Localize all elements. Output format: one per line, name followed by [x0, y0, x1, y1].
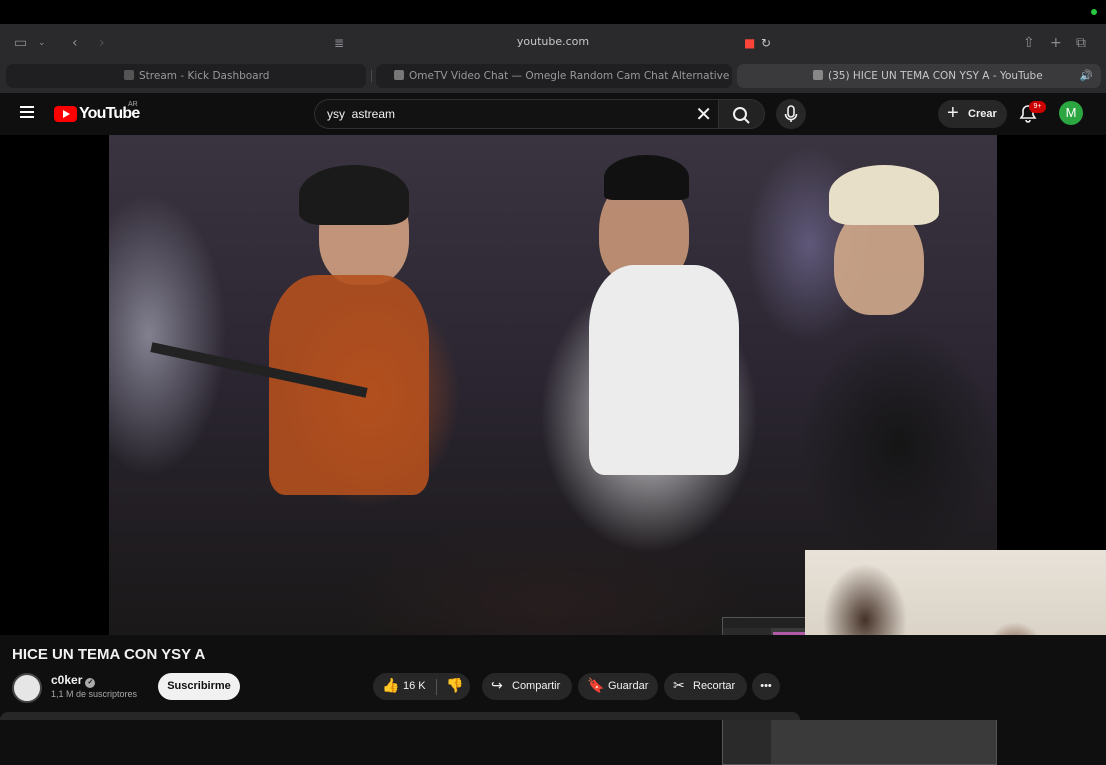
share-icon[interactable]: ⇧	[1023, 34, 1035, 52]
browser-chrome: ▭ ⌄ ‹ › ≣ youtube.com ■ ↻ ⇧ + ⧉ Stream -…	[0, 24, 1106, 93]
tab-kick[interactable]: Stream - Kick Dashboard	[6, 64, 366, 88]
verified-icon: ✓	[85, 678, 96, 688]
ometv-icon	[394, 70, 404, 80]
search-icon	[733, 107, 750, 124]
speaker-icon[interactable]: 🔊	[1080, 64, 1093, 88]
browser-toolbar: ▭ ⌄ ‹ › ≣ youtube.com ■ ↻ ⇧ + ⧉	[0, 24, 1106, 62]
save-button[interactable]: 🔖 Guardar	[578, 673, 658, 700]
account-avatar[interactable]: M	[1059, 101, 1083, 125]
kick-icon	[124, 70, 134, 80]
youtube-header: YouTube AR ysy astream ✕ + Crear 9+ M	[0, 93, 1106, 135]
clip-label: Recortar	[693, 680, 736, 692]
video-info: HICE UN TEMA CON YSY A c0ker ✓ 1,1 M de s…	[0, 635, 1106, 720]
subscriber-count: 1,1 M de suscriptores	[51, 689, 138, 699]
tab-divider	[371, 70, 372, 82]
youtube-icon	[813, 70, 823, 80]
tab-youtube[interactable]: (35) HICE UN TEMA CON YSY A - YouTube 🔊	[737, 64, 1101, 88]
voice-search-button[interactable]	[776, 99, 806, 129]
tab-overview-icon[interactable]: ⧉	[1076, 34, 1086, 52]
region-code: AR	[128, 101, 138, 108]
tab-label: OmeTV Video Chat — Omegle Random Cam Cha…	[409, 70, 732, 82]
search-button[interactable]	[718, 99, 765, 129]
person-middle-shirt	[589, 265, 739, 475]
macos-top-strip	[0, 0, 1106, 24]
address-bar[interactable]: youtube.com	[0, 35, 1106, 48]
camera-in-use-icon[interactable]: ■	[744, 34, 755, 52]
youtube-play-icon	[54, 106, 77, 122]
share-label: Compartir	[512, 680, 561, 692]
person-middle-cap	[604, 155, 689, 200]
channel-avatar[interactable]	[12, 673, 42, 703]
bookmark-icon: 🔖	[587, 678, 605, 694]
share-arrow-icon: ↪	[491, 678, 503, 694]
person-left-hair	[299, 165, 409, 225]
description-panel-edge	[0, 712, 800, 720]
person-right-cap	[829, 165, 939, 225]
like-icon[interactable]: 👍	[382, 673, 399, 700]
plus-icon: +	[947, 102, 959, 124]
more-actions-button[interactable]: •••	[752, 673, 780, 700]
clip-button[interactable]: ✂ Recortar	[664, 673, 747, 700]
like-count[interactable]: 16 K	[403, 673, 426, 700]
tab-bar: Stream - Kick Dashboard OmeTV Video Chat…	[0, 64, 1106, 89]
search-value: ysy astream	[327, 107, 396, 121]
channel-name[interactable]: c0ker ✓	[51, 673, 96, 688]
search-input[interactable]: ysy astream ✕	[314, 99, 718, 129]
save-label: Guardar	[608, 680, 649, 692]
share-button[interactable]: ↪ Compartir	[482, 673, 572, 700]
dislike-icon[interactable]: 👎	[446, 673, 463, 700]
create-label: Crear	[968, 108, 997, 120]
tab-label: (35) HICE UN TEMA CON YSY A - YouTube	[828, 70, 1043, 82]
camera-indicator-icon	[1091, 9, 1097, 15]
microphone-icon	[784, 105, 798, 122]
more-icon: •••	[760, 680, 772, 692]
like-dislike-group: 👍 16 K 👎	[373, 673, 470, 700]
notification-count-badge: 9+	[1029, 101, 1046, 113]
tab-ometv[interactable]: OmeTV Video Chat — Omegle Random Cam Cha…	[376, 64, 732, 88]
tab-label: Stream - Kick Dashboard	[139, 70, 270, 82]
clear-search-icon[interactable]: ✕	[695, 103, 712, 125]
new-tab-icon[interactable]: +	[1050, 34, 1062, 52]
subscribe-button[interactable]: Suscribirme	[158, 673, 240, 700]
video-title: HICE UN TEMA CON YSY A	[12, 646, 206, 663]
scissors-icon: ✂	[673, 678, 685, 694]
create-button[interactable]: + Crear	[938, 100, 1007, 128]
menu-icon[interactable]	[20, 106, 34, 118]
like-divider	[436, 679, 437, 695]
reload-icon[interactable]: ↻	[761, 34, 771, 52]
